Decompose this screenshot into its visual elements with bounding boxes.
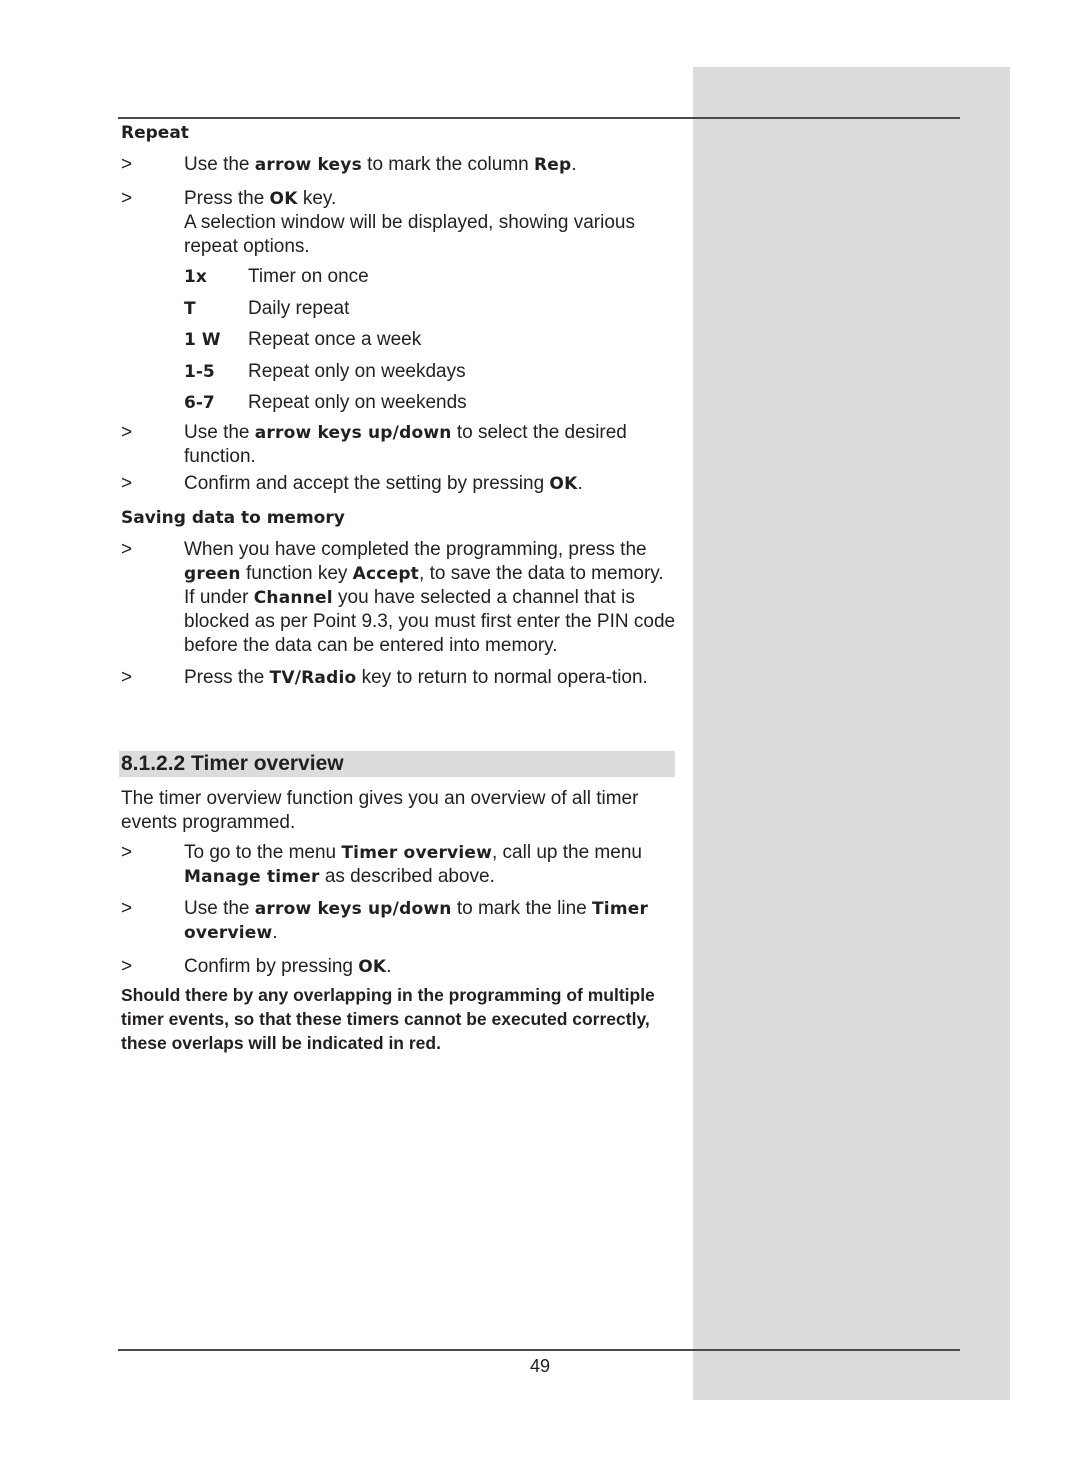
section-heading: 8.1.2.2 Timer overview (121, 752, 344, 775)
repeat-option: T Daily repeat (184, 297, 681, 329)
repeat-options-list: 1x Timer on once T Daily repeat 1 W Repeat … (121, 265, 681, 423)
option-code: 1-5 (184, 361, 215, 382)
step-marker: > (121, 666, 133, 688)
key-name: OK (269, 189, 298, 209)
header-rule (118, 117, 960, 119)
key-name: TV/Radio (269, 667, 357, 688)
step-detail: A selection window will be displayed, sh… (184, 212, 635, 257)
margin-side-panel (693, 67, 1010, 1400)
step-marker: > (121, 842, 133, 863)
repeat-step-1: > Use the arrow keys to mark the column R… (121, 154, 577, 175)
key-name: OK (358, 957, 387, 977)
option-code: 1x (184, 267, 207, 287)
step-marker: > (121, 154, 133, 175)
option-label: Repeat only on weekends (248, 392, 467, 413)
page-number: 49 (529, 1356, 551, 1376)
step-marker: > (121, 421, 133, 443)
option-code: T (184, 298, 196, 319)
repeat-option: 1-5 Repeat only on weekdays (184, 360, 681, 392)
saving-heading: Saving data to memory (121, 507, 345, 528)
column-name: Rep (534, 155, 572, 175)
saving-step-2: > Press the TV/Radio key to return to nor… (121, 666, 648, 688)
key-name: arrow keys up/down (254, 422, 452, 443)
step-marker: > (121, 538, 133, 560)
key-name: arrow keys (254, 155, 362, 175)
function-name: Accept (352, 563, 420, 584)
repeat-heading: Repeat (121, 123, 189, 143)
step-marker: > (121, 472, 133, 494)
repeat-option: 6-7 Repeat only on weekends (184, 391, 681, 423)
repeat-step-4: > Confirm and accept the setting by press… (121, 472, 583, 494)
saving-step-1: > When you have completed the programming… (121, 538, 676, 656)
step-marker: > (121, 898, 133, 919)
menu-item-name: Channel (253, 587, 333, 608)
option-code: 6-7 (184, 393, 215, 413)
repeat-option: 1x Timer on once (184, 265, 681, 297)
option-label: Repeat only on weekdays (248, 360, 466, 382)
option-code: 1 W (184, 330, 221, 350)
menu-name: Manage timer (184, 867, 320, 887)
overview-step-3: > Confirm by pressing OK. (121, 956, 392, 977)
repeat-section: Repeat > Use the arrow keys to mark the c… (121, 121, 681, 690)
option-label: Daily repeat (248, 297, 350, 319)
overlap-note: Should there by any overlapping in the p… (121, 985, 655, 1053)
repeat-option: 1 W Repeat once a week (184, 328, 681, 360)
repeat-step-2: > Press the OK key. A selection window wi… (121, 188, 635, 257)
repeat-step-3: > Use the arrow keys up/down to select th… (121, 421, 627, 467)
menu-name: Timer overview (341, 843, 492, 863)
key-name: green (184, 563, 241, 584)
option-label: Repeat once a week (248, 329, 422, 350)
key-name: OK (549, 473, 578, 494)
section-heading-band: 8.1.2.2 Timer overview (119, 751, 675, 777)
timer-overview-section: The timer overview function gives you an… (121, 787, 681, 1073)
overview-step-1: > To go to the menu Timer overview, call … (121, 842, 642, 887)
option-label: Timer on once (248, 266, 369, 287)
key-name: arrow keys up/down (254, 899, 452, 919)
overview-step-2: > Use the arrow keys up/down to mark the … (121, 898, 649, 943)
step-marker: > (121, 188, 133, 209)
footer-rule (118, 1349, 960, 1351)
step-marker: > (121, 956, 133, 977)
intro-paragraph: The timer overview function gives you an… (121, 788, 639, 833)
